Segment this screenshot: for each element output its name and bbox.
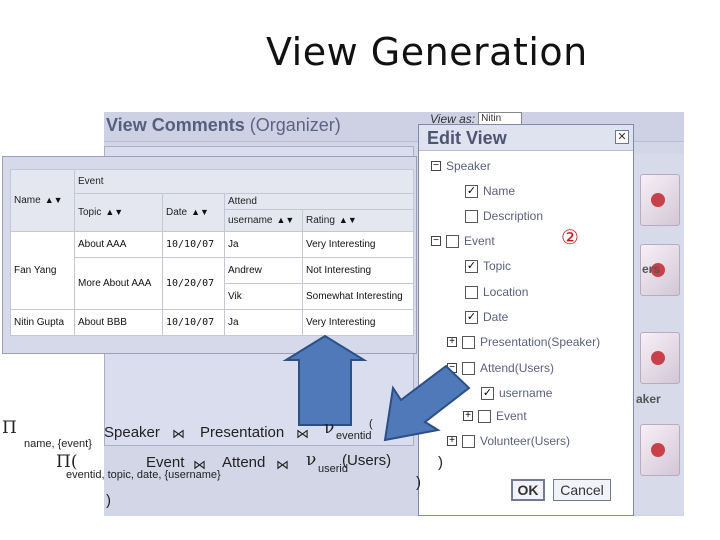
projection-attrs-inner: eventid, topic, date, {username} bbox=[66, 469, 221, 481]
nu-symbol: ν bbox=[324, 418, 335, 438]
expr-speaker: Speaker bbox=[104, 424, 160, 441]
expr-users: (Users) bbox=[342, 452, 392, 469]
expr-presentation: Presentation bbox=[200, 424, 285, 441]
expr-close-paren: ) bbox=[416, 474, 421, 491]
pi-symbol: Π bbox=[2, 418, 17, 438]
expr-close-paren: ) bbox=[106, 492, 111, 509]
expr-eventid: eventid bbox=[336, 430, 372, 442]
projection-attrs-outer: name, {event} bbox=[24, 438, 92, 450]
expr-close-paren: ) bbox=[438, 454, 443, 471]
expr-open-paren: ( bbox=[369, 418, 373, 430]
nu-symbol: ν bbox=[306, 450, 317, 470]
up-arrow-icon bbox=[282, 334, 368, 426]
join-icon: ⋈ bbox=[172, 426, 185, 441]
expr-attend: Attend bbox=[222, 454, 266, 471]
down-left-arrow-icon bbox=[383, 364, 471, 442]
join-icon: ⋈ bbox=[296, 426, 309, 441]
join-icon: ⋈ bbox=[276, 457, 289, 472]
